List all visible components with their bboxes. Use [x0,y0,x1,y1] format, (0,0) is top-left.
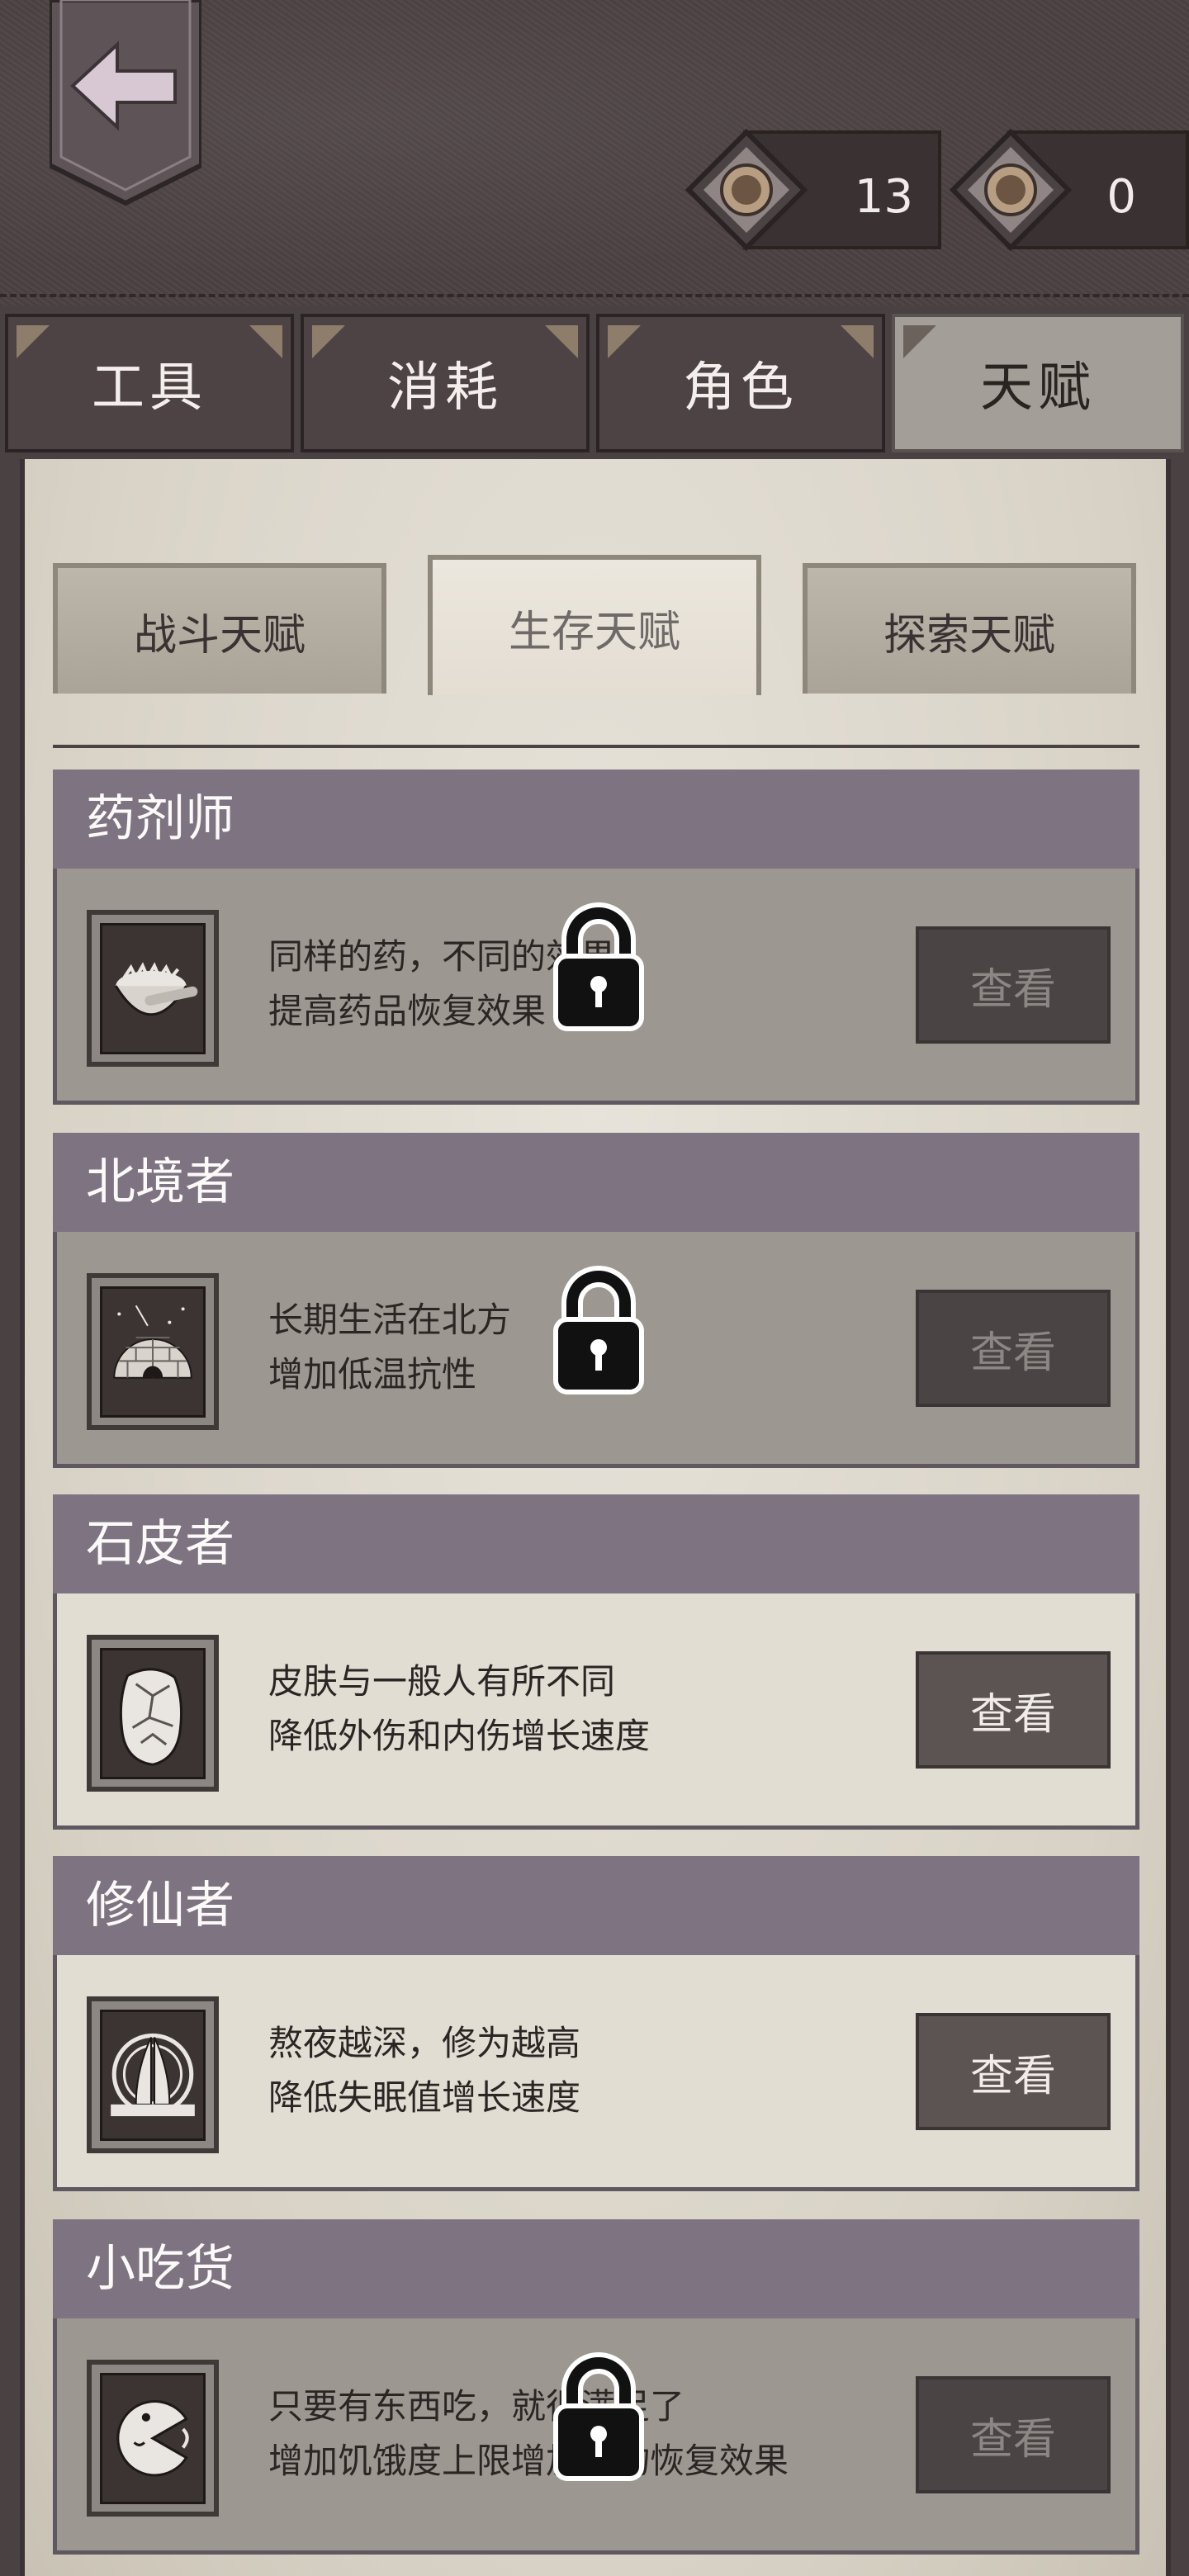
subtab-divider [53,745,1139,748]
talent-card: 药剂师 同样的药，不同的效果 提高药品恢复效果 查看 [53,769,1139,1105]
view-button-label: 查看 [969,1328,1056,1378]
talent-desc-line1: 熬夜越深，修为越高 [268,2023,581,2063]
tab-corner-ornament [17,325,50,358]
tab-label: 消耗 [387,358,503,419]
tab-corner-ornament [841,325,874,358]
tab-corner-ornament [903,325,936,358]
talent-title: 药剂师 [53,769,1139,869]
skill-coin-icon [950,129,1072,251]
talent-card: 石皮者 皮肤与一般人有所不同 降低外伤和内伤增长速度 查看 [53,1494,1139,1830]
talent-coin-icon [685,129,808,251]
view-talent-button[interactable]: 查看 [916,1651,1111,1769]
igloo-icon [87,1273,219,1430]
talent-card-body: 皮肤与一般人有所不同 降低外伤和内伤增长速度 查看 [53,1593,1139,1830]
talent-description: 皮肤与一般人有所不同 降低外伤和内伤增长速度 [268,1655,846,1764]
talent-card-body: 同样的药，不同的效果 提高药品恢复效果 查看 [53,869,1139,1105]
stone-skin-icon [87,1635,219,1792]
subtab-survival-talents[interactable]: 生存天赋 [428,555,761,695]
talent-desc-line1: 皮肤与一般人有所不同 [268,1661,616,1702]
view-talent-button[interactable]: 查看 [916,926,1111,1044]
talent-title: 北境者 [53,1133,1139,1232]
view-button-label: 查看 [969,2051,1056,2101]
praying-hands-icon [87,1996,219,2153]
lock-icon [553,2352,644,2481]
lock-icon [553,902,644,1031]
talent-desc-line2: 降低失眠值增长速度 [268,2077,581,2118]
view-talent-button[interactable]: 查看 [916,2376,1111,2493]
view-talent-button[interactable]: 查看 [916,1290,1111,1407]
subtab-exploration-talents[interactable]: 探索天赋 [803,563,1136,694]
subtab-label: 生存天赋 [508,607,680,657]
subtab-label: 战斗天赋 [133,610,306,661]
talent-card-body: 熬夜越深，修为越高 降低失眠值增长速度 查看 [53,1955,1139,2191]
talent-points-value: 13 [854,170,913,224]
talent-points-counter: 13 [685,129,941,254]
talent-card-body: 只要有东西吃，就很满足了 增加饥饿度上限增加食物恢复效果 查看 [53,2318,1139,2555]
tab-talents[interactable]: 天赋 [892,314,1184,452]
talent-title: 修仙者 [53,1856,1139,1955]
talent-desc-line2: 降低外伤和内伤增长速度 [268,1716,651,1756]
tab-corner-ornament [608,325,641,358]
view-talent-button[interactable]: 查看 [916,2013,1111,2130]
tab-label: 角色 [683,358,798,419]
tab-corner-ornament [312,325,345,358]
talent-card-body: 长期生活在北方 增加低温抗性 查看 [53,1232,1139,1468]
skill-points-value: 0 [1106,170,1136,224]
view-button-label: 查看 [969,2414,1056,2465]
tab-tools[interactable]: 工具 [5,314,294,452]
talent-card: 修仙者 熬夜越深，修为越高 降低失眠值增长速度 查看 [53,1856,1139,2191]
talent-title: 小吃货 [53,2219,1139,2318]
tab-label: 天赋 [980,358,1096,419]
talent-card: 北境者 长期生活在北方 增加低温抗性 查看 [53,1133,1139,1468]
tab-label: 工具 [92,358,207,419]
talent-card: 小吃货 只要有东西吃，就很满足了 增加饥饿度上限增加食物恢复效果 查看 [53,2219,1139,2555]
tab-corner-ornament [249,325,282,358]
view-button-label: 查看 [969,1689,1056,1740]
subtab-combat-talents[interactable]: 战斗天赋 [53,563,386,694]
view-button-label: 查看 [969,964,1056,1015]
mortar-pestle-icon [87,910,219,1067]
pacman-eater-icon [87,2360,219,2517]
talent-description: 熬夜越深，修为越高 降低失眠值增长速度 [268,2016,846,2125]
lock-icon [553,1266,644,1395]
leather-stitch-divider [0,294,1189,307]
skill-points-counter: 0 [950,129,1189,254]
tab-characters[interactable]: 角色 [596,314,885,452]
header: 13 0 [0,0,1189,305]
back-button[interactable] [50,0,201,206]
tab-corner-ornament [545,325,578,358]
talent-title: 石皮者 [53,1494,1139,1593]
subtab-label: 探索天赋 [883,610,1055,661]
tab-consumables[interactable]: 消耗 [301,314,590,452]
